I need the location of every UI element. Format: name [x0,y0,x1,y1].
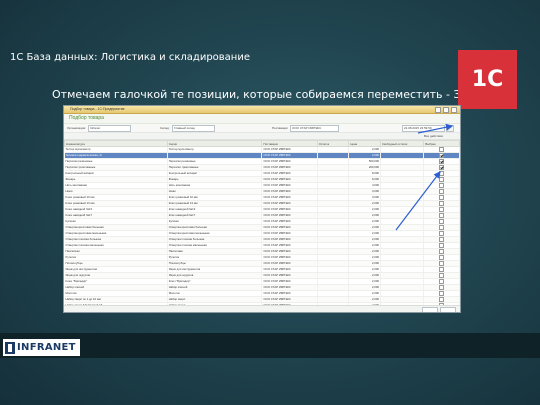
row-checkbox[interactable] [439,267,445,272]
row-checkbox[interactable] [439,177,445,182]
row-checkbox[interactable] [439,189,445,194]
close-icon[interactable] [451,107,457,113]
form-heading: Подбор товара [64,114,460,124]
row-checkbox[interactable] [439,201,445,206]
window-title: Подбор товара - 1С:Предприятие [70,107,125,111]
slide-subtitle: Отмечаем галочкой те позиции, которые со… [52,88,503,101]
supplier-label: Поставщик: [272,126,289,130]
row-checkbox[interactable] [439,231,445,236]
warehouse-field[interactable]: Главный склад [172,125,215,132]
row-checkbox[interactable] [439,159,445,164]
row-checkbox[interactable] [439,285,445,290]
infranet-logo-text: INFRANET [17,342,76,353]
row-checkbox[interactable] [439,261,445,266]
row-checkbox[interactable] [439,195,445,200]
row-checkbox[interactable] [439,243,445,248]
toolbar: Все действия [64,133,460,140]
filter-row: Организация: Infranet Склад: Главный скл… [64,124,460,133]
calendar-icon[interactable] [446,125,454,132]
footer-bar [0,333,540,358]
row-checkbox[interactable] [439,249,445,254]
row-checkbox[interactable] [439,147,445,152]
supplier-field[interactable]: ООО СТАР ИМПЭКС [290,125,339,132]
row-checkbox[interactable] [439,255,445,260]
row-checkbox[interactable] [439,213,445,218]
slide-title: 1С База данных: Логистика и складировани… [10,52,250,63]
window-titlebar[interactable]: Подбор товара - 1С:Предприятие [64,106,460,114]
minimize-icon[interactable] [435,107,441,113]
goods-table: Номенклатура Серия Поставщик Остаток Цена Сво… [64,140,460,312]
row-checkbox[interactable] [439,165,445,170]
warehouse-label: Склад: [160,126,170,130]
row-checkbox[interactable] [439,273,445,278]
org-label: Организация: [67,126,86,130]
row-checkbox[interactable] [439,171,445,176]
infranet-logo: INFRANET [3,339,80,356]
row-checkbox[interactable] [439,219,445,224]
row-checkbox[interactable] [439,183,445,188]
infranet-mark-icon [5,341,15,354]
row-checkbox[interactable] [439,237,445,242]
row-checkbox[interactable] [439,291,445,296]
row-checkbox[interactable] [439,207,445,212]
row-checkbox[interactable] [439,297,445,302]
logo-1c: 1С [458,50,517,109]
row-checkbox[interactable] [439,153,445,158]
row-checkbox[interactable] [439,225,445,230]
app-window: Подбор товара - 1С:Предприятие Подбор то… [63,105,461,313]
all-actions-menu[interactable]: Все действия [424,134,443,138]
maximize-icon[interactable] [443,107,449,113]
date-field[interactable]: 22.08.2015 23:59:59 [402,125,445,132]
row-checkbox[interactable] [439,279,445,284]
org-field[interactable]: Infranet [88,125,131,132]
window-footer [64,305,460,312]
